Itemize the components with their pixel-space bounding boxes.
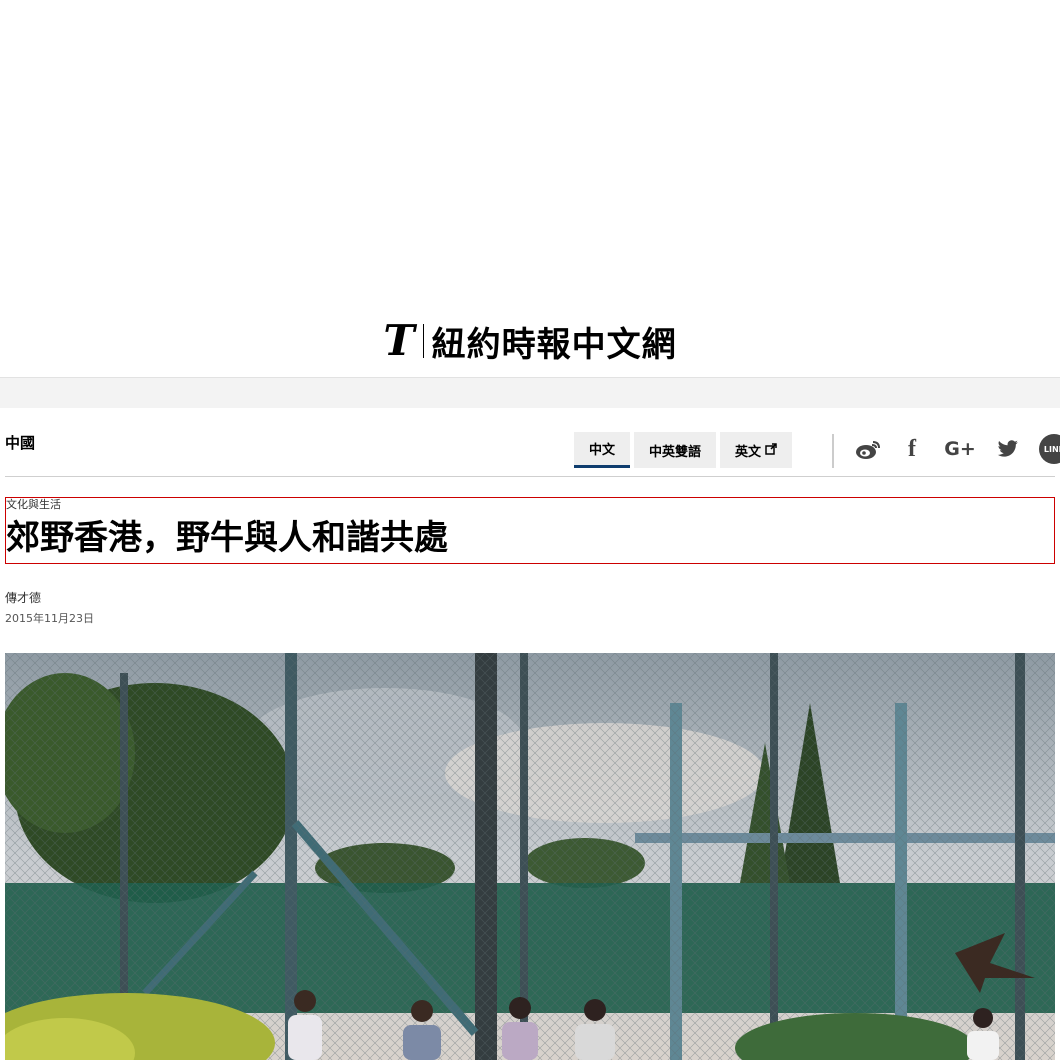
weibo-icon[interactable] — [855, 434, 881, 464]
twitter-icon[interactable] — [995, 434, 1021, 464]
nyt-t-logo[interactable]: T — [383, 320, 414, 362]
article-date: 2015年11月23日 — [5, 612, 94, 625]
external-link-icon — [765, 442, 777, 458]
article-byline[interactable]: 傳才德 — [5, 589, 1055, 606]
tab-english-label: 英文 — [735, 444, 762, 460]
tab-bilingual[interactable]: 中英雙語 — [634, 432, 717, 468]
tab-bilingual-label: 中英雙語 — [649, 444, 702, 460]
facebook-icon[interactable]: f — [899, 434, 925, 464]
headline-box: 文化與生活 郊野香港，野牛與人和諧共處 — [5, 497, 1055, 564]
ad-space — [0, 0, 1060, 305]
share-icons: f G+ LINE — [855, 434, 1060, 464]
article-kicker[interactable]: 文化與生活 — [6, 498, 1054, 512]
article-headline: 郊野香港，野牛與人和諧共處 — [6, 518, 448, 558]
logo-divider — [422, 324, 424, 358]
nav-band — [0, 378, 1060, 408]
tab-chinese[interactable]: 中文 — [574, 432, 631, 468]
line-icon[interactable]: LINE — [1039, 434, 1060, 464]
google-plus-icon[interactable]: G+ — [943, 434, 977, 464]
masthead[interactable]: T 紐約時報中文網 — [0, 305, 1060, 378]
tab-english[interactable]: 英文 — [720, 432, 793, 468]
share-divider — [832, 434, 834, 468]
section-link-china[interactable]: 中國 — [5, 432, 35, 453]
tab-chinese-label: 中文 — [589, 443, 616, 458]
language-tabs: 中文 中英雙語 英文 — [574, 432, 793, 468]
site-name-logo[interactable]: 紐約時報中文網 — [432, 317, 677, 366]
section-bar: 中國 中文 中英雙語 英文 f G+ LIN — [5, 408, 1060, 477]
article-photo — [5, 653, 1055, 1060]
photo-illustration — [5, 653, 1055, 1060]
